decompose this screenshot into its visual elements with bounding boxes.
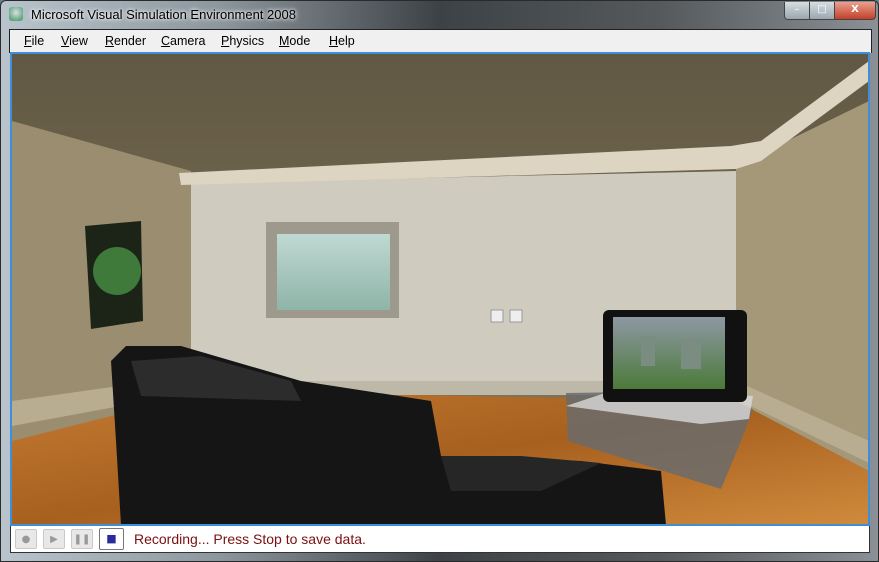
stop-icon: ■ [106,532,117,545]
play-icon: ▶ [50,534,58,545]
pause-icon: ❚❚ [73,534,91,545]
stop-button[interactable]: ■ [99,528,124,550]
status-message: Recording... Press Stop to save data. [134,531,366,547]
menu-camera[interactable]: Camera [161,34,205,48]
menu-physics[interactable]: Physics [221,34,264,48]
menu-help[interactable]: Help [329,34,355,48]
wall-outlet [490,309,504,323]
maximize-button[interactable]: □ [809,2,835,20]
menu-render[interactable]: Render [105,34,146,48]
wall-window [277,234,390,310]
tv-building [681,339,701,369]
minimize-button[interactable]: – [784,2,810,20]
app-icon[interactable] [9,7,23,21]
play-button[interactable]: ▶ [43,529,65,549]
tv-screen [613,317,725,389]
poster-globe [93,247,141,295]
tv-building [641,336,655,366]
record-button[interactable]: ● [15,529,37,549]
record-icon: ● [21,534,31,545]
title-bar[interactable]: Microsoft Visual Simulation Environment … [1,1,878,28]
window-title: Microsoft Visual Simulation Environment … [31,7,296,22]
close-button[interactable]: X [834,2,876,20]
menu-mode[interactable]: Mode [279,34,310,48]
menu-file[interactable]: File [24,34,44,48]
menu-view[interactable]: View [61,34,88,48]
recording-toolbar: ● ▶ ❚❚ ■ Recording... Press Stop to save… [10,526,870,553]
wall-outlet [509,309,523,323]
pause-button[interactable]: ❚❚ [71,529,93,549]
menu-bar: File View Render Camera Physics Mode Hel… [9,29,872,53]
simulation-viewport[interactable] [10,52,870,526]
application-window: Microsoft Visual Simulation Environment … [0,0,879,562]
3d-scene [12,54,868,524]
